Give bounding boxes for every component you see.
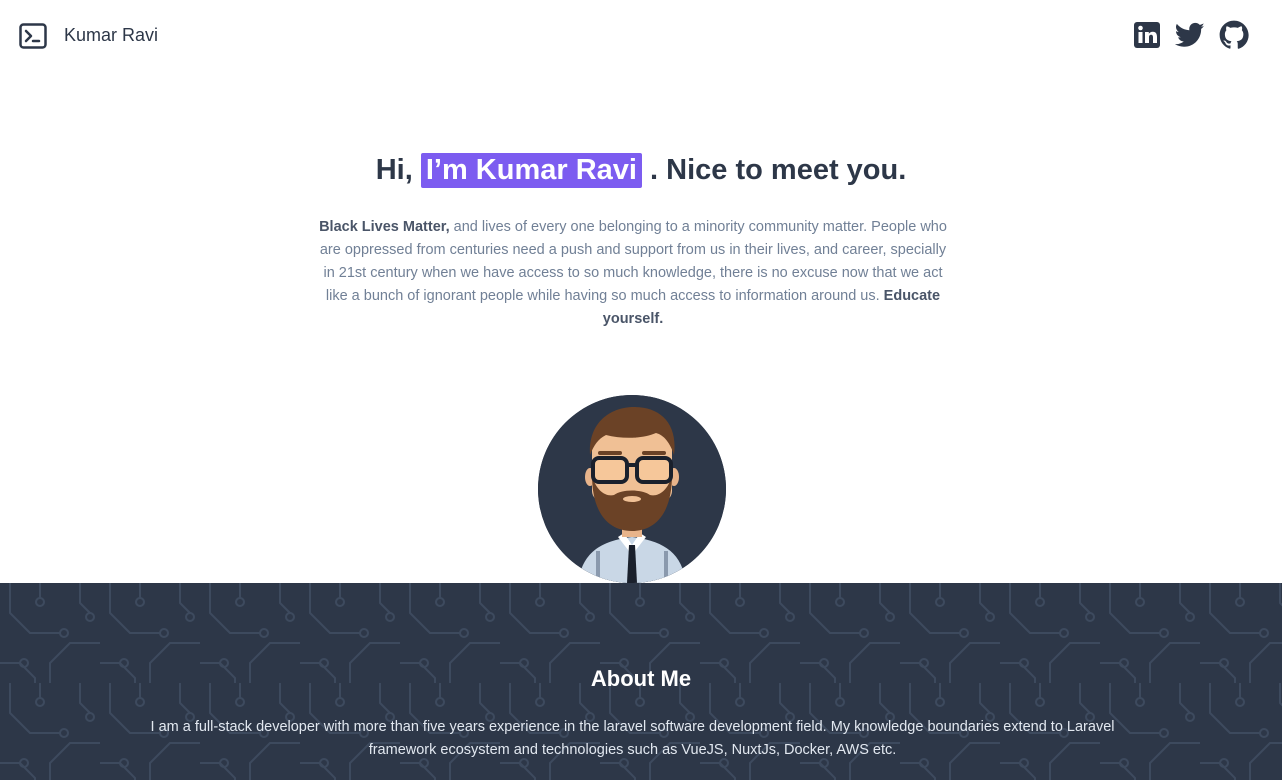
about-title: About Me bbox=[590, 666, 692, 691]
github-link[interactable] bbox=[1219, 20, 1249, 50]
greeting-rest: . Nice to meet you. bbox=[650, 154, 907, 186]
twitter-link[interactable] bbox=[1175, 20, 1205, 50]
twitter-icon bbox=[1175, 22, 1205, 47]
avatar bbox=[538, 395, 726, 583]
hero-heading: Hi, I’m Kumar Ravi . Nice to meet you. bbox=[0, 153, 1282, 188]
intro-bold: Black Lives Matter, bbox=[319, 219, 450, 235]
brand-name[interactable]: Kumar Ravi bbox=[64, 25, 158, 46]
about-section: About Me I am a full-stack developer wit… bbox=[0, 583, 1282, 780]
greeting: Hi, bbox=[375, 154, 413, 186]
github-icon bbox=[1219, 20, 1249, 49]
terminal-icon[interactable] bbox=[19, 23, 47, 49]
linkedin-icon bbox=[1134, 22, 1160, 48]
avatar-illustration bbox=[538, 395, 726, 583]
about-text: I am a full-stack developer with more th… bbox=[150, 719, 1115, 758]
name-highlight: I’m Kumar Ravi bbox=[420, 153, 642, 188]
intro-paragraph: Black Lives Matter, and lives of every o… bbox=[318, 216, 948, 331]
linkedin-link[interactable] bbox=[1132, 20, 1162, 50]
site-header: Kumar Ravi bbox=[0, 0, 1282, 72]
